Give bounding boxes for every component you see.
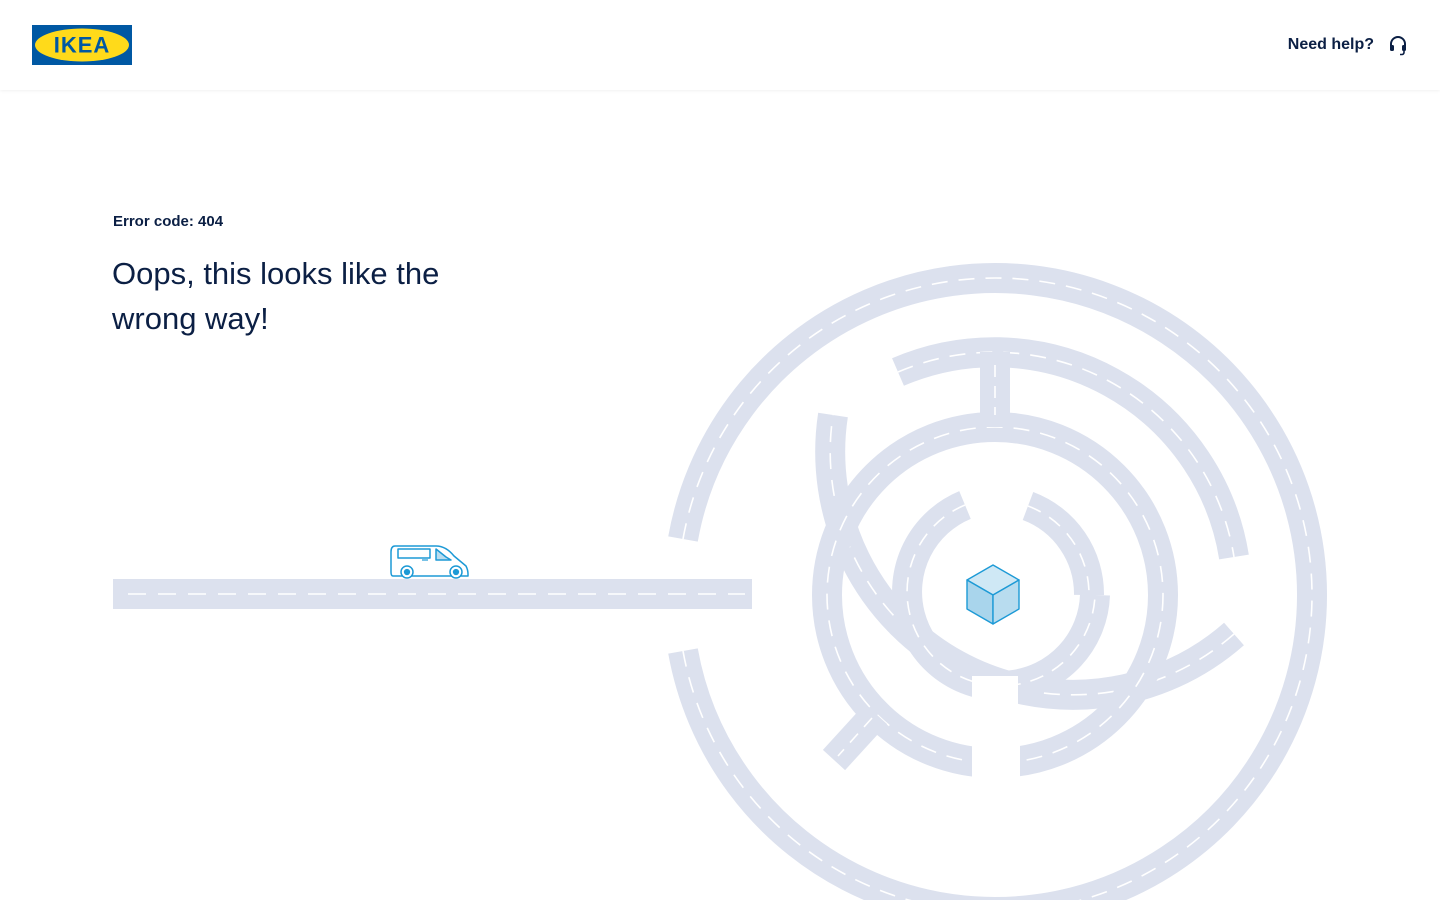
ikea-logo[interactable]: IKEA [32,25,132,65]
logo-text: IKEA [54,33,111,58]
maze-ring-outer [668,263,1327,900]
maze-connector-bottom-left [822,703,888,771]
maze-arc-bottom-right [1023,645,1162,760]
maze-ring-inner-right [1022,491,1105,596]
maze-gaps [972,676,1020,781]
delivery-van-icon [390,545,469,579]
maze-ring-second-upper [892,337,1249,560]
site-header: IKEA Need help? [0,0,1440,90]
maze-ring-second-lower [815,412,1244,710]
need-help-link[interactable]: Need help? [1288,32,1408,58]
need-help-label: Need help? [1287,36,1374,53]
headset-icon [1390,36,1406,56]
package-box-icon [966,564,1020,625]
maze-ring-inner-left [892,491,1110,701]
maze-ring-third [812,412,1178,778]
page-title: Oops, this looks like the wrong way! [112,256,440,336]
maze-illustration [113,263,1327,900]
error-code: Error code: 404 [113,213,224,230]
